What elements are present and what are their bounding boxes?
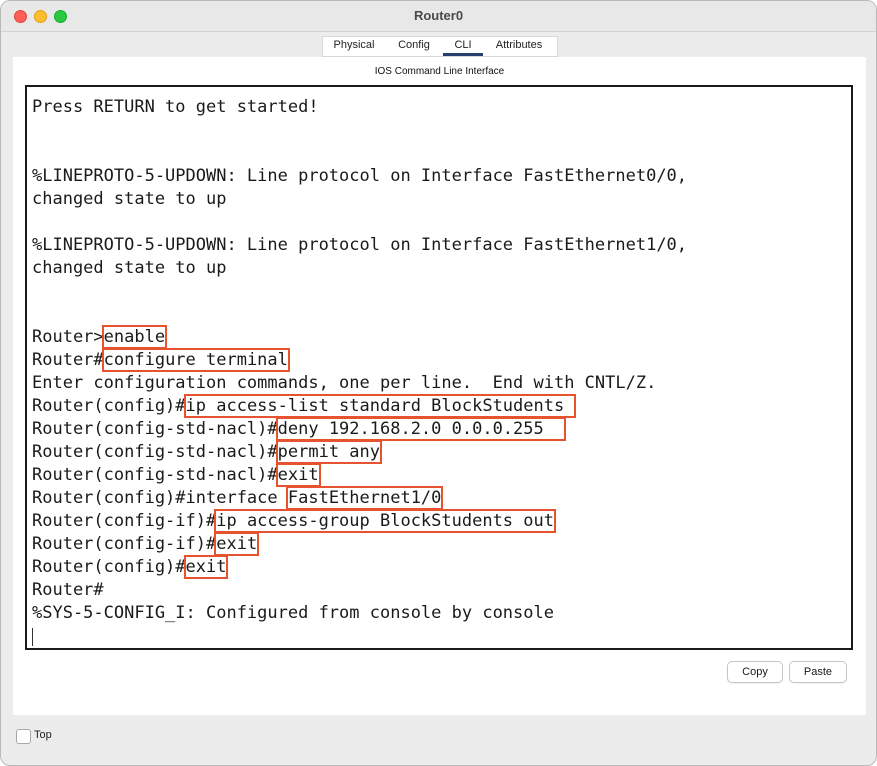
console-text: Press RETURN to get started! (32, 97, 319, 117)
console-line: Router>enable (32, 325, 168, 349)
console-text: %LINEPROTO-5-UPDOWN: Line protocol on In… (32, 166, 688, 186)
tab-config[interactable]: Config (385, 37, 443, 56)
console-prompt: Router(config-std-nacl)# (32, 465, 278, 485)
highlighted-command: permit any (275, 440, 383, 464)
console-line: Router(config-std-nacl)#permit any (32, 440, 383, 464)
console-line: %LINEPROTO-5-UPDOWN: Line protocol on In… (32, 234, 687, 256)
tab-cli[interactable]: CLI (443, 37, 483, 56)
console-prompt: Router# (32, 580, 104, 600)
console-line: Router(config-if)#ip access-group BlockS… (32, 509, 556, 533)
console-line: Enter configuration commands, one per li… (32, 372, 656, 394)
highlighted-command: exit (214, 532, 260, 556)
console-line: Router(config-std-nacl)#deny 192.168.2.0… (32, 417, 567, 441)
console-prompt: Router(config-if)# (32, 511, 217, 531)
console-text: changed state to up (32, 189, 227, 209)
highlighted-command: ip access-group BlockStudents out (214, 509, 556, 533)
highlighted-command: enable (101, 325, 168, 349)
highlighted-command: deny 192.168.2.0 0.0.0.255 (275, 417, 567, 441)
tab-bar: Physical Config CLI Attributes (322, 36, 558, 57)
console-prompt: Router(config-std-nacl)# (32, 419, 278, 439)
top-checkbox-label: Top (34, 729, 52, 741)
top-checkbox[interactable] (16, 729, 31, 744)
console-prompt: Router(config)#interface (32, 488, 288, 508)
tab-physical[interactable]: Physical (323, 37, 385, 56)
console-prompt: Router(config-if)# (32, 534, 217, 554)
window-title: Router0 (413, 8, 464, 23)
console-line: Press RETURN to get started! (32, 96, 319, 118)
console-line: Router(config)#interface FastEthernet1/0 (32, 486, 444, 510)
console-line: Router(config-if)#exit (32, 532, 260, 556)
console-line: Router# (32, 579, 104, 601)
console-line: %LINEPROTO-5-UPDOWN: Line protocol on In… (32, 165, 687, 187)
highlighted-command: exit (275, 463, 321, 487)
console-line: Router(config)#ip access-list standard B… (32, 394, 577, 418)
console-prompt: Router# (32, 350, 104, 370)
console-prompt: Router(config)# (32, 557, 186, 577)
console-line: Router(config-std-nacl)#exit (32, 463, 321, 487)
panel-title: IOS Command Line Interface (374, 66, 505, 77)
cli-console[interactable]: Press RETURN to get started! %LINEPROTO-… (25, 85, 853, 650)
console-prompt: Router> (32, 327, 104, 347)
console-line: Router#configure terminal (32, 348, 290, 372)
console-text: %SYS-5-CONFIG_I: Configured from console… (32, 603, 554, 623)
paste-button[interactable]: Paste (789, 661, 847, 683)
highlighted-command: ip access-list standard BlockStudents (183, 394, 577, 418)
console-text: Enter configuration commands, one per li… (32, 373, 657, 393)
console-text: changed state to up (32, 258, 227, 278)
console-prompt: Router(config-std-nacl)# (32, 442, 278, 462)
text-cursor (32, 628, 33, 646)
console-line: Router(config)#exit (32, 555, 229, 579)
console-line: changed state to up (32, 188, 226, 210)
tab-attributes[interactable]: Attributes (483, 37, 555, 56)
router-window: Router0 Physical Config CLI Attributes I… (0, 0, 877, 766)
highlighted-command: configure terminal (101, 348, 290, 372)
copy-button[interactable]: Copy (727, 661, 783, 683)
title-bar[interactable]: Router0 (1, 1, 876, 32)
console-text: %LINEPROTO-5-UPDOWN: Line protocol on In… (32, 235, 688, 255)
cli-panel: IOS Command Line Interface Press RETURN … (13, 57, 866, 715)
highlighted-command: exit (183, 555, 229, 579)
console-prompt: Router(config)# (32, 396, 186, 416)
console-line: %SYS-5-CONFIG_I: Configured from console… (32, 602, 554, 624)
highlighted-command: FastEthernet1/0 (285, 486, 444, 510)
console-line: changed state to up (32, 257, 226, 279)
